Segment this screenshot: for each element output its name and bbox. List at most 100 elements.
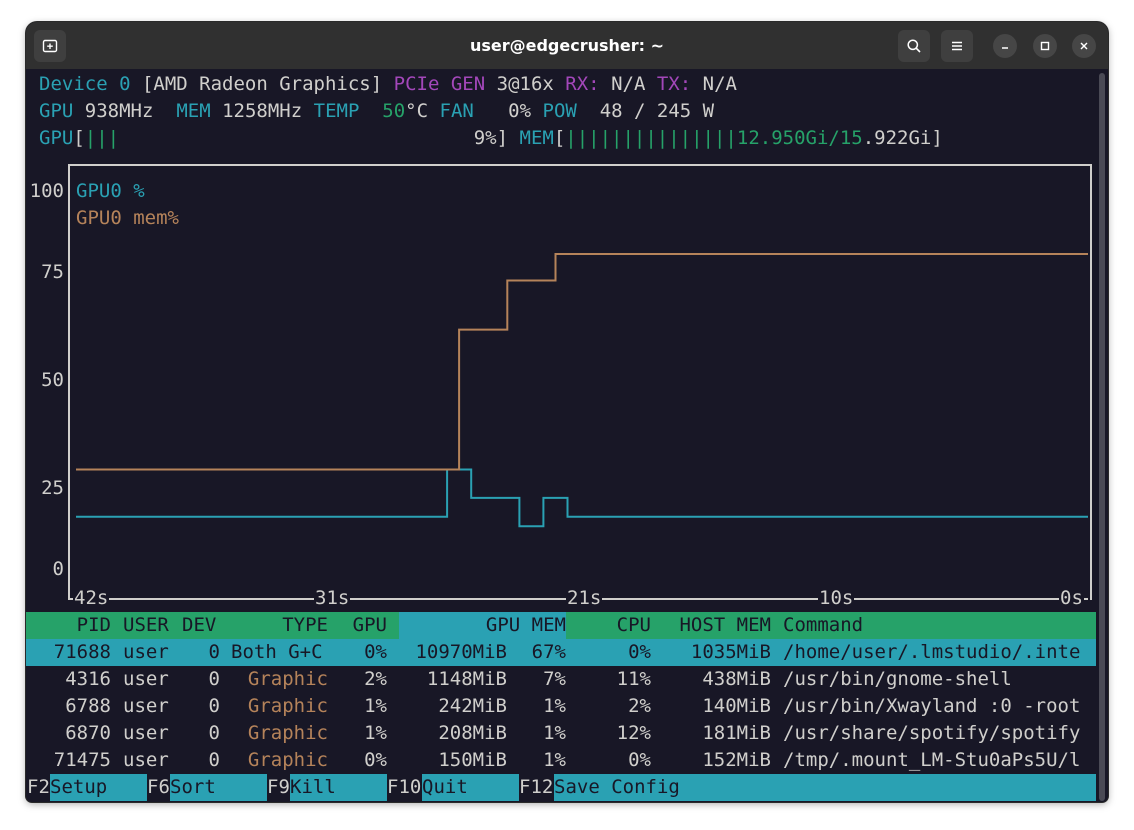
col-command[interactable]: Command — [783, 612, 863, 639]
legend-gpu-mem-percent: GPU0 mem% — [76, 207, 179, 229]
row-type: Graphic — [247, 695, 328, 717]
process-row[interactable]: 6870 user 0 Graphic 1% 208MiB 1% 12% 181… — [26, 720, 1096, 747]
row-host-mem: 181MiB — [702, 722, 771, 744]
row-gpu: 0% — [364, 749, 387, 771]
row-gpu-mem: 150MiB — [438, 749, 507, 771]
menu-button[interactable] — [941, 30, 973, 62]
row-command: /tmp/.mount_LM-Stu0aPs5U/l — [783, 749, 1081, 771]
gpu-mem-percent-series-line — [76, 253, 1088, 471]
row-gpu-mem: 242MiB — [438, 695, 507, 717]
f10-key: F10 — [387, 776, 422, 798]
maximize-button[interactable] — [1033, 34, 1057, 58]
col-pid[interactable]: PID — [26, 612, 111, 639]
x-tick-0s: 0s — [1059, 585, 1084, 612]
scrollbar[interactable] — [1099, 73, 1105, 801]
x-tick-21s: 21s — [566, 585, 603, 612]
col-type[interactable]: TYPE — [226, 612, 328, 639]
row-type: Graphic — [247, 749, 328, 771]
row-host-mem: 140MiB — [702, 695, 771, 717]
row-pid: 71475 — [53, 749, 111, 771]
row-command: /home/user/.lmstudio/.inte — [783, 641, 1081, 663]
gpu-percent-series-line — [76, 468, 1088, 528]
process-row[interactable]: 4316 user 0 Graphic 2% 1148MiB 7% 11% 43… — [26, 666, 1096, 693]
search-icon — [907, 39, 921, 53]
row-command: /usr/bin/gnome-shell — [783, 668, 1012, 690]
row-type: Both G+C — [231, 641, 323, 663]
row-pid: 71688 — [53, 641, 111, 663]
row-gpu-mem-pct: 1% — [543, 695, 566, 717]
row-gpu: 0% — [364, 641, 387, 663]
row-gpu-mem: 1148MiB — [426, 668, 507, 690]
row-dev: 0 — [208, 695, 220, 717]
legend-gpu-percent: GPU0 % — [76, 180, 145, 202]
col-gpu[interactable]: GPU — [336, 612, 387, 639]
minimize-button[interactable] — [993, 34, 1017, 58]
process-row-selected[interactable]: 71688 user 0 Both G+C 0% 10970MiB 67% 0%… — [26, 639, 1096, 666]
row-cpu: 12% — [616, 722, 651, 744]
row-user: user — [123, 749, 169, 771]
row-cpu: 11% — [616, 668, 651, 690]
row-user: user — [123, 695, 169, 717]
row-cpu: 0% — [628, 641, 651, 663]
row-pid: 6870 — [65, 722, 111, 744]
col-user[interactable]: USER — [123, 612, 169, 639]
close-button[interactable] — [1072, 34, 1096, 58]
row-pid: 4316 — [65, 668, 111, 690]
terminal-content[interactable]: Device 0 [AMD Radeon Graphics] PCIe GEN … — [26, 69, 1108, 802]
kill-button[interactable]: Kill — [290, 774, 387, 801]
new-tab-button[interactable] — [34, 30, 66, 62]
row-host-mem: 1035MiB — [690, 641, 771, 663]
maximize-icon — [1040, 41, 1050, 51]
row-host-mem: 438MiB — [702, 668, 771, 690]
row-gpu-mem: 10970MiB — [415, 641, 507, 663]
row-gpu-mem: 208MiB — [438, 722, 507, 744]
x-tick-31s: 31s — [314, 585, 351, 612]
f12-key: F12 — [519, 776, 554, 798]
setup-button[interactable]: Setup — [50, 774, 147, 801]
row-pid: 6788 — [65, 695, 111, 717]
process-table-header: PID USER DEV TYPE GPU GPU MEM CPU HOST M… — [26, 612, 1096, 639]
row-gpu-mem-pct: 67% — [531, 641, 566, 663]
row-gpu: 1% — [364, 695, 387, 717]
new-tab-icon — [42, 39, 58, 53]
row-user: user — [123, 641, 169, 663]
row-user: user — [123, 668, 169, 690]
row-cpu: 0% — [628, 749, 651, 771]
x-tick-10s: 10s — [818, 585, 855, 612]
minimize-icon — [1002, 47, 1008, 49]
function-key-bar: F2 Setup F6 Sort F9 Kill F10 Quit F12 Sa… — [26, 774, 1096, 801]
hamburger-menu-icon — [952, 41, 962, 51]
process-row[interactable]: 6788 user 0 Graphic 1% 242MiB 1% 2% 140M… — [26, 693, 1096, 720]
row-gpu-mem-pct: 1% — [543, 722, 566, 744]
row-dev: 0 — [208, 668, 220, 690]
sort-button[interactable]: Sort — [170, 774, 267, 801]
quit-button[interactable]: Quit — [422, 774, 519, 801]
row-gpu-mem-pct: 1% — [543, 749, 566, 771]
row-dev: 0 — [208, 749, 220, 771]
title-bar: user@edgecrusher: ~ — [26, 22, 1108, 69]
col-host-mem[interactable]: HOST MEM — [656, 612, 771, 639]
f9-key: F9 — [267, 776, 290, 798]
process-row[interactable]: 71475 user 0 Graphic 0% 150MiB 1% 0% 152… — [26, 747, 1096, 774]
row-gpu: 2% — [364, 668, 387, 690]
save-config-button[interactable]: Save Config — [554, 774, 1096, 801]
row-command: /usr/bin/Xwayland :0 -root — [783, 695, 1081, 717]
terminal-window: user@edgecrusher: ~ Device 0 [AMD Radeon… — [26, 22, 1108, 802]
search-button[interactable] — [898, 30, 930, 62]
row-host-mem: 152MiB — [702, 749, 771, 771]
row-dev: 0 — [208, 722, 220, 744]
col-cpu[interactable]: CPU — [586, 612, 651, 639]
row-cpu: 2% — [628, 695, 651, 717]
f6-key: F6 — [147, 776, 170, 798]
col-dev[interactable]: DEV — [182, 612, 216, 639]
row-gpu-mem-pct: 7% — [543, 668, 566, 690]
x-tick-42s: 42s — [73, 585, 110, 612]
f2-key: F2 — [27, 776, 50, 798]
row-gpu: 1% — [364, 722, 387, 744]
col-gpu-mem[interactable]: GPU MEM — [399, 612, 566, 639]
row-user: user — [123, 722, 169, 744]
row-type: Graphic — [247, 668, 328, 690]
row-command: /usr/share/spotify/spotify — [783, 722, 1081, 744]
close-icon — [1080, 42, 1088, 50]
row-dev: 0 — [208, 641, 220, 663]
